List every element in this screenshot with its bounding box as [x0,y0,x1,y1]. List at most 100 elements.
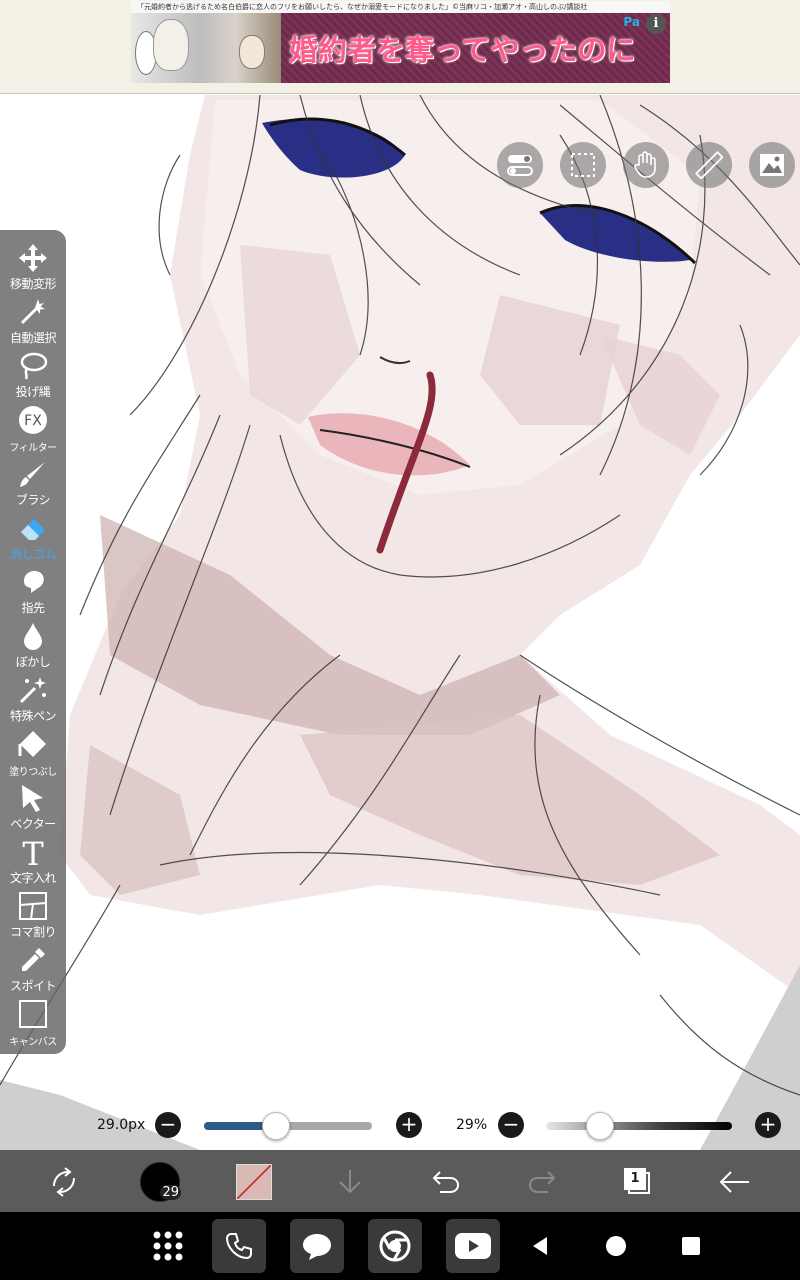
layer-count: 1 [624,1168,646,1190]
youtube-icon[interactable] [446,1219,500,1273]
tool-label: キャンバス [9,1037,57,1048]
selection-icon[interactable] [560,142,606,188]
swap-icon[interactable] [40,1158,88,1206]
svg-text:FX: FX [24,413,42,429]
brush-size-button[interactable]: 29 [136,1158,184,1206]
tool-label: 特殊ペン [9,709,57,723]
finger-icon [17,566,49,598]
tool-move-transform[interactable]: 移動変形 [0,240,66,294]
tool-auto-select[interactable]: 自動選択 [0,294,66,348]
apps-grid-icon[interactable] [148,1226,188,1266]
ad-headline: 婚約者を奪ってやったのに [289,33,636,67]
frame-icon [17,890,49,922]
ad-character-face [239,35,265,69]
tool-frame-divide[interactable]: コマ割り [0,888,66,942]
home-icon[interactable] [596,1226,636,1266]
back-arrow-icon[interactable] [710,1158,758,1206]
chrome-icon[interactable] [368,1219,422,1273]
tool-label: 投げ縄 [15,385,51,399]
tool-canvas[interactable]: キャンバス [0,996,66,1050]
fill-icon [17,728,49,760]
tool-eraser[interactable]: 消しゴム [0,510,66,564]
ad-headline-panel: 婚約者を奪ってやったのに Pa i [281,13,670,83]
text-icon: T [17,836,49,868]
color-button[interactable] [230,1158,278,1206]
tool-label: ぼかし [15,655,51,669]
tool-label: ブラシ [15,493,51,507]
tool-label: 移動変形 [9,277,57,291]
tool-label: 文字入れ [9,871,57,885]
opacity-slider-knob[interactable] [586,1112,614,1140]
tool-label: フィルター [9,443,57,454]
move-icon [17,242,49,274]
ad-info-icon[interactable]: i [646,14,666,34]
ad-badge: Pa [623,15,640,29]
fx-icon: FX [17,404,49,436]
ad-banner[interactable]: 「元婚約者から逃げるため名白伯爵に恋人のフリをお願いしたら、なぜか溺愛モードにな… [131,1,670,83]
tool-lasso[interactable]: 投げ縄 [0,348,66,402]
color-swatch [236,1164,272,1200]
tool-eyedropper[interactable]: スポイト [0,942,66,996]
drop-icon [17,620,49,652]
size-slider-knob[interactable] [262,1112,290,1140]
canvas-icon [17,998,49,1030]
tool-brush[interactable]: ブラシ [0,456,66,510]
svg-text:T: T [22,837,44,867]
brush-size-icon: 29 [140,1162,181,1202]
layers-icon[interactable]: 1 [614,1158,662,1206]
ruler-icon[interactable] [686,142,732,188]
undo-icon[interactable] [422,1158,470,1206]
lasso-icon [17,350,49,382]
phone-icon[interactable] [212,1219,266,1273]
tool-vector[interactable]: ベクター [0,780,66,834]
tool-label: 塗りつぶし [9,767,57,778]
brush-size-badge: 29 [160,1185,181,1200]
eyedropper-icon [17,944,49,976]
ad-bar: 「元婚約者から逃げるため名白伯爵に恋人のフリをお願いしたら、なぜか溺愛モードにな… [0,0,800,94]
system-nav-bar [0,1212,800,1280]
slider-row: 29.0px − + 29% − + [0,1108,800,1144]
ad-credit-text: 「元婚約者から逃げるため名白伯爵に恋人のフリをお願いしたら、なぜか溺愛モードにな… [131,1,670,13]
toggle-icon[interactable] [497,142,543,188]
tool-label: 自動選択 [9,331,57,345]
brush-size-value: 29.0px [97,1117,146,1133]
tool-fill[interactable]: 塗りつぶし [0,726,66,780]
tool-label: 消しゴム [9,547,57,561]
tool-label: スポイト [9,979,57,993]
opacity-decrease-button[interactable]: − [498,1112,524,1138]
eraser-icon [17,512,49,544]
size-decrease-button[interactable]: − [155,1112,181,1138]
layer-stack: 1 [624,1168,652,1196]
left-toolbar: 移動変形 自動選択 投げ縄 FX フィルター ブラシ 消しゴム 指先 ぼかし 特… [0,230,66,1054]
brush-icon [17,458,49,490]
opacity-slider[interactable] [546,1122,732,1130]
tool-label: ベクター [10,817,56,831]
opacity-value: 29% [456,1117,488,1133]
tool-special-pen[interactable]: 特殊ペン [0,672,66,726]
back-icon[interactable] [520,1226,560,1266]
opacity-increase-button[interactable]: + [755,1112,781,1138]
magic-wand-icon [17,296,49,328]
hand-icon[interactable] [623,142,669,188]
image-icon[interactable] [749,142,795,188]
app-root: 「元婚約者から逃げるため名白伯爵に恋人のフリをお願いしたら、なぜか溺愛モードにな… [0,0,800,1280]
tool-label: コマ割り [9,925,57,939]
tool-blur[interactable]: ぼかし [0,618,66,672]
tool-filter[interactable]: FX フィルター [0,402,66,456]
ad-image [131,13,281,83]
ad-character-face [153,19,189,71]
tool-finger[interactable]: 指先 [0,564,66,618]
bottom-toolbar: 29 1 [0,1150,800,1212]
tool-label: 指先 [21,601,45,615]
cursor-icon [17,782,49,814]
artwork [0,95,800,1150]
sparkle-pen-icon [17,674,49,706]
recents-icon[interactable] [671,1226,711,1266]
download-icon[interactable] [326,1158,374,1206]
size-increase-button[interactable]: + [396,1112,422,1138]
tool-text[interactable]: T 文字入れ [0,834,66,888]
redo-icon[interactable] [518,1158,566,1206]
drawing-canvas[interactable] [0,95,800,1150]
top-tools [497,142,795,188]
chat-icon[interactable] [290,1219,344,1273]
